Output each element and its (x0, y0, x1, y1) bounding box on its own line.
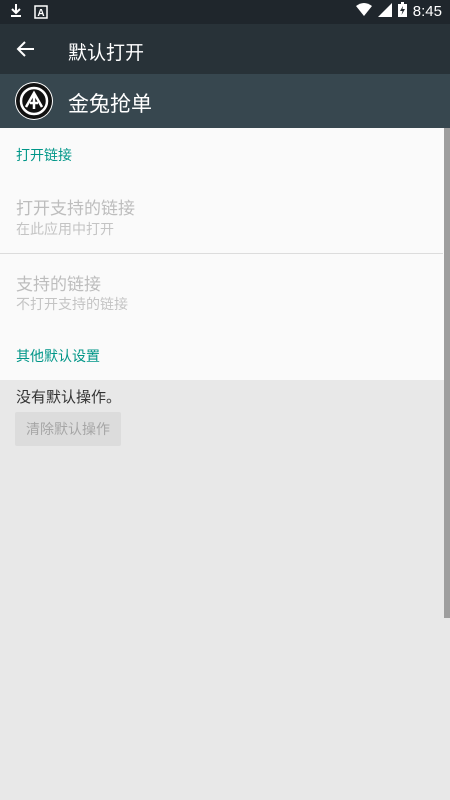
section-header-open-links: 打开链接 (16, 148, 72, 164)
page-title: 默认打开 (68, 42, 145, 64)
scrollbar[interactable] (444, 128, 450, 618)
pref-title: 打开支持的链接 (16, 199, 135, 219)
battery-charging-icon (397, 2, 407, 21)
toolbar: 默认打开 (0, 24, 450, 74)
no-default-actions-text: 没有默认操作。 (16, 388, 122, 406)
svg-text:A: A (37, 8, 44, 19)
pref-summary: 不打开支持的链接 (16, 297, 128, 313)
clear-defaults-button[interactable]: 清除默认操作 (15, 412, 121, 446)
status-bar: A 8:45 (0, 0, 450, 24)
cell-signal-icon (377, 2, 392, 21)
app-name: 金兔抢单 (68, 92, 152, 116)
status-time: 8:45 (412, 3, 442, 20)
pref-title: 支持的链接 (16, 275, 101, 295)
download-notification-icon (10, 3, 22, 23)
app-header: 金兔抢单 (0, 74, 450, 128)
a-notification-icon: A (34, 4, 48, 23)
app-logo-icon (15, 82, 53, 120)
divider (0, 253, 443, 254)
section-header-other-defaults: 其他默认设置 (16, 349, 100, 365)
settings-panel: 打开链接 打开支持的链接 在此应用中打开 支持的链接 不打开支持的链接 其他默认… (0, 128, 450, 380)
pref-summary: 在此应用中打开 (16, 222, 114, 238)
wifi-icon (355, 2, 372, 21)
arrow-left-icon[interactable] (14, 37, 38, 61)
